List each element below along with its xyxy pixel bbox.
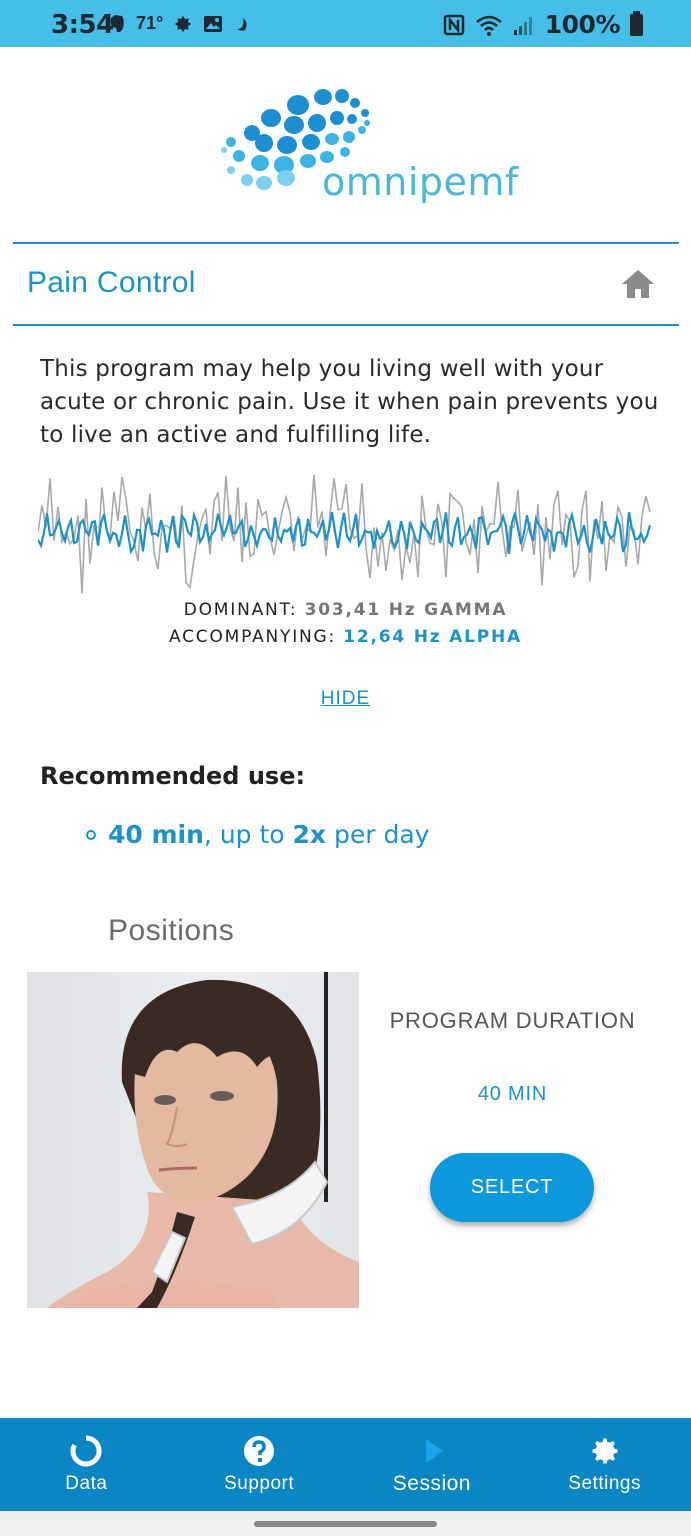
logo-wordmark: omnipemf <box>322 160 519 204</box>
program-description: This program may help you living well wi… <box>40 356 659 448</box>
dominant-label: DOMINANT: <box>183 600 298 620</box>
moon-icon <box>237 17 247 31</box>
play-icon <box>425 1439 443 1463</box>
home-icon[interactable] <box>620 268 656 300</box>
woman-wearing-device-illustration <box>47 979 359 1308</box>
status-system-icons: 100% <box>443 10 643 39</box>
data-ring-icon <box>70 1435 102 1467</box>
recommended-heading: Recommended use: <box>40 762 306 790</box>
nav-label-settings: Settings <box>568 1473 641 1494</box>
program-duration-value: 40 MIN <box>477 1083 548 1105</box>
nav-item-session[interactable]: Session <box>346 1418 519 1511</box>
program-duration-label: PROGRAM DURATION <box>389 1008 636 1033</box>
battery-icon <box>630 10 643 36</box>
battery-percent: 100% <box>544 10 621 39</box>
recommended-suffix: per day <box>326 820 430 849</box>
nav-item-support[interactable]: Support <box>173 1418 346 1511</box>
gear-icon <box>592 1438 618 1464</box>
nfc-icon <box>443 14 465 35</box>
select-button[interactable]: SELECT <box>430 1153 594 1222</box>
signal-icon <box>513 16 532 35</box>
dominant-frequency: DOMINANT: 303,41 Hz GAMMA <box>0 600 691 620</box>
status-time: 3:54 <box>51 10 114 40</box>
evernote-icon <box>110 14 124 32</box>
header-bottom-rule <box>13 324 679 326</box>
help-circle-icon <box>244 1436 275 1466</box>
nav-label-data: Data <box>65 1473 108 1494</box>
nav-item-data[interactable]: Data <box>0 1418 173 1511</box>
bullet-circle-icon <box>86 829 96 840</box>
home-gesture-handle[interactable] <box>254 1521 437 1527</box>
positions-heading: Positions <box>108 914 235 947</box>
header-top-rule <box>13 242 679 244</box>
hide-link[interactable]: HIDE <box>0 688 691 710</box>
accompanying-label: ACCOMPANYING: <box>168 627 337 647</box>
nav-item-settings[interactable]: Settings <box>518 1418 691 1511</box>
image-icon <box>204 15 223 32</box>
dominant-value: 303,41 Hz GAMMA <box>304 600 508 620</box>
temperature-text: 71° <box>136 13 164 33</box>
recommended-times: 2x <box>292 820 327 849</box>
position-photo <box>27 972 359 1308</box>
settings-gear-icon <box>175 16 191 31</box>
page-title: Pain Control <box>27 266 196 299</box>
wifi-icon <box>475 15 502 36</box>
nav-label-session: Session <box>392 1472 471 1495</box>
recommended-duration: 40 min <box>108 820 204 849</box>
waveform-graphic <box>38 474 652 594</box>
status-bar: 3:54 71° 100% <box>0 0 691 47</box>
accompanying-value: 12,64 Hz ALPHA <box>343 627 523 647</box>
nav-label-support: Support <box>224 1473 295 1494</box>
bottom-navigation: Data Support Session Settings <box>0 1418 691 1511</box>
gesture-bar-area <box>0 1511 691 1536</box>
status-notification-icons: 71° <box>108 13 251 34</box>
recommended-item: 40 min , up to 2x per day <box>86 820 429 849</box>
recommended-middle: , up to <box>203 820 293 849</box>
accompanying-frequency: ACCOMPANYING: 12,64 Hz ALPHA <box>0 627 691 647</box>
